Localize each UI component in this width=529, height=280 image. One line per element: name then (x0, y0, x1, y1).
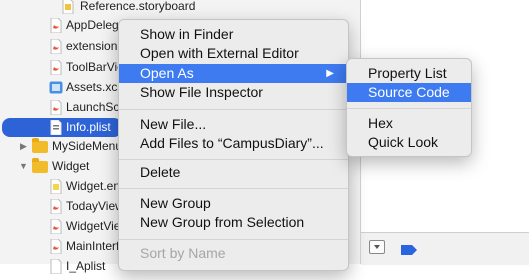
plist-file-icon (50, 119, 62, 136)
submenu-item-property-list[interactable]: Property List (347, 64, 471, 83)
debug-bar (361, 232, 529, 265)
menu-item-sort-by-name: Sort by Name (140, 245, 226, 261)
navigator-item-label: TodayView (66, 199, 124, 213)
navigator-item-label: extension. (66, 39, 121, 53)
disclosure-down-icon[interactable]: ▼ (19, 157, 28, 176)
open-as-submenu: Property List Source Code Hex Quick Look (346, 58, 472, 157)
hide-debug-area-icon[interactable] (369, 240, 385, 254)
folder-icon (32, 138, 48, 153)
swift-file-icon (50, 17, 62, 34)
storyboard-file-icon (62, 0, 74, 15)
submenu-item-quick-look[interactable]: Quick Look (347, 133, 471, 152)
navigator-item-label: Reference.storyboard (80, 0, 196, 13)
navigator-item-label: I_Aplist (66, 259, 106, 273)
menu-separator (119, 239, 348, 240)
menu-item-label: Open As (140, 65, 194, 81)
menu-item-open-with-external-editor[interactable]: Open with External Editor (119, 44, 348, 63)
menu-item-add-files[interactable]: Add Files to “CampusDiary”... (119, 134, 348, 153)
navigator-item-label: AppDelega (66, 18, 126, 32)
menu-item-new-group-from-selection[interactable]: New Group from Selection (119, 213, 348, 232)
folder-icon (32, 158, 48, 173)
menu-item-show-file-inspector[interactable]: Show File Inspector (119, 83, 348, 102)
menu-item-new-file[interactable]: New File... (119, 115, 348, 134)
plist-file-icon (50, 258, 62, 275)
menu-item-show-in-finder[interactable]: Show in Finder (119, 25, 348, 44)
storyboard-file-icon (50, 238, 62, 255)
menu-item-delete[interactable]: Delete (119, 163, 348, 182)
menu-item-new-group[interactable]: New Group (119, 194, 348, 213)
swift-file-icon (50, 218, 62, 235)
navigator-item-label: Widget.en (66, 179, 121, 193)
submenu-item-source-code[interactable]: Source Code (347, 83, 471, 102)
navigator-item-label: Widget (52, 159, 90, 173)
breakpoint-icon[interactable] (401, 242, 417, 260)
menu-item-open-as[interactable]: Open As ▶ (119, 64, 348, 83)
navigator-item-info-plist[interactable]: Info.plist (2, 118, 122, 137)
navigator-item-label: MySideMenu (52, 139, 123, 153)
navigator-item-label: Info.plist (66, 120, 111, 134)
context-menu: Show in Finder Open with External Editor… (118, 19, 349, 271)
disclosure-right-icon[interactable]: ▶ (20, 137, 27, 156)
storyboard-file-icon (50, 99, 62, 116)
navigator-item-label: MainInterf (66, 239, 120, 253)
submenu-item-hex[interactable]: Hex (347, 114, 471, 133)
navigator-item-label: Assets.xca (66, 80, 125, 94)
assets-catalog-icon (49, 80, 63, 95)
swift-file-icon (50, 38, 62, 55)
entitlements-file-icon (50, 178, 62, 195)
menu-separator (347, 108, 471, 109)
menu-separator (119, 188, 348, 189)
navigator-item-label: LaunchScr (66, 100, 124, 114)
navigator-item-label: ToolBarVie (66, 60, 124, 74)
menu-separator (119, 109, 348, 110)
menu-separator (119, 159, 348, 160)
swift-file-icon (50, 59, 62, 76)
swift-file-icon (50, 198, 62, 215)
submenu-arrow-icon: ▶ (326, 68, 334, 79)
